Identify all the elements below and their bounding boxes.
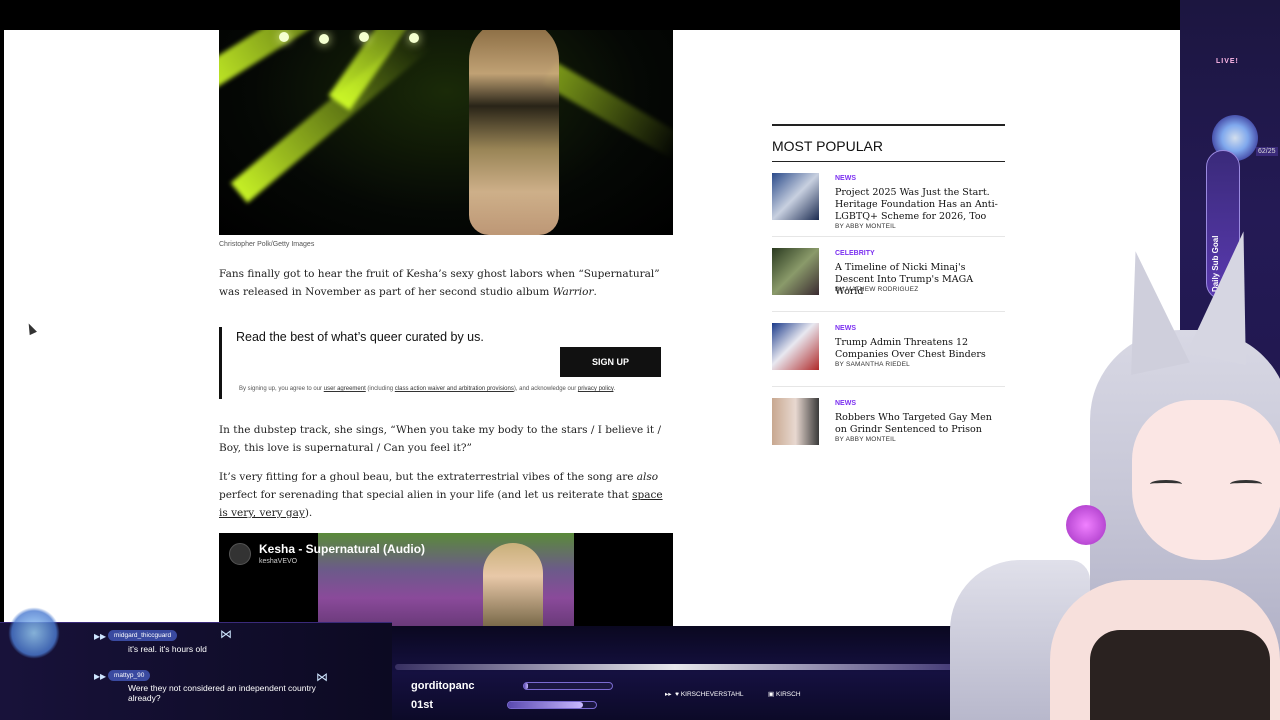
sign-up-button[interactable]: SIGN UP (560, 347, 661, 377)
bow-icon: ⋈ (220, 627, 232, 641)
video-embed[interactable]: Kesha - Supernatural (Audio) keshaVEVO (219, 533, 673, 626)
live-badge: LIVE! (1216, 58, 1239, 65)
article-link[interactable]: Project 2025 Was Just the Start. Heritag… (835, 187, 1003, 223)
most-popular-heading: MOST POPULAR (772, 124, 1005, 162)
social-handle: KIRSCH (775, 691, 801, 698)
avatar-eye (1150, 480, 1182, 488)
legal-text: ), and acknowledge our (513, 386, 578, 392)
top-supporter-name: gorditopanc (411, 680, 475, 692)
article-link[interactable]: Trump Admin Threatens 12 Companies Over … (835, 337, 1003, 361)
category-label[interactable]: NEWS (835, 175, 856, 182)
legal-text: By signing up, you agree to our (239, 386, 324, 392)
article-thumbnail[interactable] (772, 248, 819, 295)
list-item[interactable]: NEWS Project 2025 Was Just the Start. He… (772, 162, 1005, 237)
article-thumbnail[interactable] (772, 323, 819, 370)
article-paragraph: It’s very fitting for a ghoul beau, but … (219, 468, 667, 522)
chat-mascot-icon (8, 607, 60, 659)
overlay-top-bar (0, 0, 1280, 30)
glow-line (395, 664, 955, 670)
paragraph-text: perfect for serenading that special alie… (219, 489, 633, 501)
chat-message: it's real. it's hours old (128, 644, 207, 654)
signup-title: Read the best of what’s queer curated by… (236, 330, 484, 344)
article-paragraph: In the dubstep track, she sings, “When y… (219, 424, 662, 454)
video-title[interactable]: Kesha - Supernatural (Audio) (259, 542, 425, 556)
article-paragraph: Fans finally got to hear the fruit of Ke… (219, 265, 667, 301)
mouse-cursor-icon (25, 321, 37, 336)
progress-slider (523, 682, 613, 690)
sub-goal-count: 62/25 (1256, 147, 1278, 156)
category-label[interactable]: NEWS (835, 400, 856, 407)
chat-username: mattyp_90 (108, 670, 151, 681)
paragraph-text: ). (304, 507, 313, 519)
list-item[interactable]: NEWS Trump Admin Threatens 12 Companies … (772, 312, 1005, 387)
video-channel: keshaVEVO (259, 558, 298, 565)
newsletter-signup: Read the best of what’s queer curated by… (219, 327, 663, 399)
channel-avatar[interactable] (229, 543, 251, 565)
legal-text: (including (365, 386, 395, 392)
social-handle: KIRSCHEVERSTAHL (680, 691, 744, 698)
chat-message: Were they not considered an independent … (128, 683, 316, 703)
paragraph-text: . (593, 286, 597, 298)
emphasis: also (636, 471, 659, 483)
play-icon: ▸▸ (94, 669, 107, 683)
arbitration-link[interactable]: class action waiver and arbitration prov… (395, 386, 514, 392)
article-page: Christopher Polk/Getty Images Fans final… (4, 30, 1180, 626)
email-field[interactable] (239, 347, 557, 375)
category-label[interactable]: NEWS (835, 325, 856, 332)
twitter-handle: ▸▸ ♥ KIRSCHEVERSTAHL (665, 691, 744, 698)
privacy-policy-link[interactable]: privacy policy (578, 386, 614, 392)
chat-username: midgard_thiccguard (108, 630, 178, 641)
rank-label: 01st (411, 699, 434, 711)
twitch-handle: ▣ KIRSCH (768, 691, 801, 698)
article-thumbnail[interactable] (772, 398, 819, 445)
play-icon: ▸▸ (94, 629, 107, 643)
category-label[interactable]: CELEBRITY (835, 250, 875, 257)
byline: BY MATHEW RODRIGUEZ (835, 286, 919, 293)
article-link[interactable]: Robbers Who Targeted Gay Men on Grindr S… (835, 412, 1003, 436)
avatar-face (1132, 400, 1280, 560)
most-popular: MOST POPULAR NEWS Project 2025 Was Just … (772, 124, 1005, 462)
avatar-outfit (1090, 630, 1270, 720)
byline: BY ABBY MONTEIL (835, 223, 896, 230)
signup-legal-text: By signing up, you agree to our user agr… (239, 386, 615, 392)
user-agreement-link[interactable]: user agreement (324, 386, 366, 392)
avatar-eye (1230, 480, 1262, 488)
byline: BY SAMANTHA RIEDEL (835, 361, 911, 368)
album-name: Warrior (552, 286, 594, 298)
hero-image (219, 30, 673, 235)
flower-icon (1066, 505, 1106, 545)
progress-slider (507, 701, 597, 709)
article-thumbnail[interactable] (772, 173, 819, 220)
bow-icon: ⋈ (316, 670, 328, 684)
list-item[interactable]: CELEBRITY A Timeline of Nicki Minaj's De… (772, 237, 1005, 312)
legal-text: . (613, 386, 616, 392)
list-item[interactable]: NEWS Robbers Who Targeted Gay Men on Gri… (772, 387, 1005, 462)
byline: BY ABBY MONTEIL (835, 436, 896, 443)
paragraph-text: It’s very fitting for a ghoul beau, but … (219, 471, 637, 483)
hero-caption: Christopher Polk/Getty Images (219, 241, 315, 248)
